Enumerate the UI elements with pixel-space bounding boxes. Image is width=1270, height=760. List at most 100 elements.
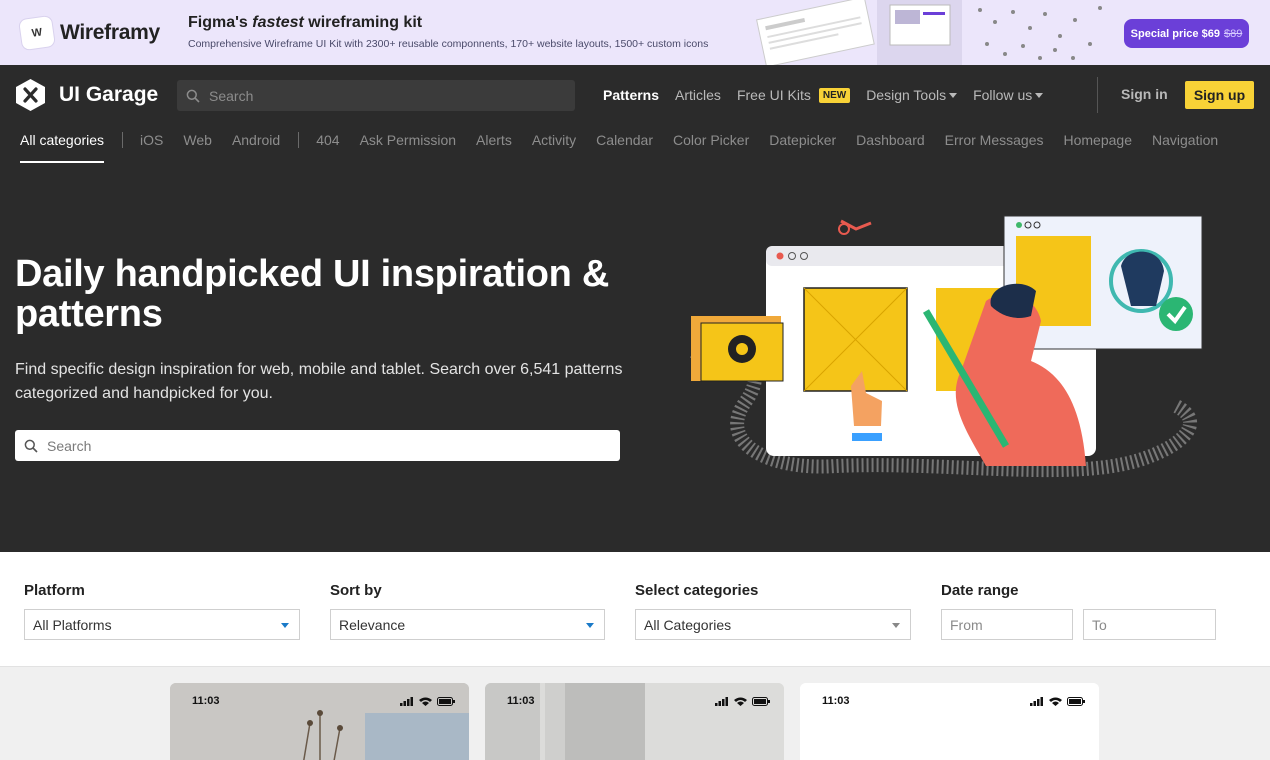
promo-title-em: fastest xyxy=(252,14,304,31)
wifi-icon xyxy=(419,697,432,706)
category-item[interactable]: Error Messages xyxy=(945,125,1044,163)
category-item[interactable]: Navigation xyxy=(1152,125,1218,163)
category-item[interactable]: Alerts xyxy=(476,125,512,163)
promo-title-pre: Figma's xyxy=(188,14,253,31)
category-item[interactable]: Homepage xyxy=(1063,125,1132,163)
battery-icon xyxy=(1067,696,1085,706)
phone-status-bar: 11:03 xyxy=(170,683,469,719)
caret-down-icon xyxy=(281,623,289,628)
category-divider xyxy=(298,132,300,148)
wifi-icon xyxy=(1049,697,1062,706)
category-item[interactable]: 404 xyxy=(316,125,339,163)
nav-link-follow-us[interactable]: Follow us xyxy=(973,87,1044,103)
nav-search-box[interactable] xyxy=(177,80,575,111)
nav-link-free-ui-kits[interactable]: Free UI Kits NEW xyxy=(736,87,851,103)
promo-title: Figma's fastest wireframing kit xyxy=(188,14,422,32)
sort-filter: Sort by Relevance xyxy=(330,582,605,640)
pattern-grid: 11:03 11:03 11:03 xyxy=(0,667,1270,760)
hero-section: Daily handpicked UI inspiration & patter… xyxy=(0,163,1270,552)
nav-search-input[interactable] xyxy=(200,80,575,111)
categories-select[interactable]: All Categories xyxy=(635,609,911,640)
category-item[interactable]: Activity xyxy=(532,125,576,163)
nav-link-design-tools-label: Design Tools xyxy=(866,87,947,103)
caret-down-icon xyxy=(1035,92,1044,98)
nav-divider xyxy=(1097,77,1098,113)
caret-down-icon xyxy=(892,623,900,628)
hero-illustration xyxy=(690,215,1203,478)
platform-web[interactable]: Web xyxy=(183,125,212,163)
status-icons xyxy=(715,696,770,706)
status-time: 11:03 xyxy=(822,695,850,707)
filter-bar: Platform All Platforms Sort by Relevance… xyxy=(0,552,1270,667)
platform-select[interactable]: All Platforms xyxy=(24,609,300,640)
platform-filter: Platform All Platforms xyxy=(24,582,300,640)
category-all[interactable]: All categories xyxy=(20,125,105,163)
platform-label: Platform xyxy=(24,582,85,599)
pattern-card[interactable]: 11:03 xyxy=(170,683,469,760)
signal-icon xyxy=(1030,696,1043,706)
date-range-filter: Date range xyxy=(941,582,1221,640)
nav-link-design-tools[interactable]: Design Tools xyxy=(866,87,958,103)
search-icon xyxy=(24,439,38,453)
promo-title-post: wireframing kit xyxy=(303,14,423,31)
promo-artwork xyxy=(756,0,1102,65)
platform-ios[interactable]: iOS xyxy=(140,125,163,163)
pattern-card[interactable]: 11:03 xyxy=(800,683,1099,760)
pattern-card[interactable]: 11:03 xyxy=(485,683,784,760)
categories-label: Select categories xyxy=(635,582,759,599)
new-badge: NEW xyxy=(818,87,851,103)
sort-select-value: Relevance xyxy=(339,616,406,633)
platform-android[interactable]: Android xyxy=(232,125,280,163)
wifi-icon xyxy=(734,697,747,706)
sort-label: Sort by xyxy=(330,582,382,599)
platform-select-value: All Platforms xyxy=(33,616,112,633)
wireframy-logo-mark: W xyxy=(17,14,57,52)
category-list: All categories iOS Web Android 404 Ask P… xyxy=(20,125,1238,163)
date-range-label: Date range xyxy=(941,582,1019,599)
date-from-input[interactable] xyxy=(941,609,1073,640)
hero-search-box[interactable] xyxy=(15,430,620,461)
brand[interactable]: UI Garage xyxy=(16,79,158,111)
sort-select[interactable]: Relevance xyxy=(330,609,605,640)
phone-status-bar: 11:03 xyxy=(800,683,1099,719)
nav-links: Patterns Articles Free UI Kits NEW Design… xyxy=(603,65,1059,125)
nav-link-follow-us-label: Follow us xyxy=(973,87,1033,103)
category-item[interactable]: Color Picker xyxy=(673,125,749,163)
nav-link-articles[interactable]: Articles xyxy=(675,87,721,103)
promo-banner[interactable]: W Wireframy Figma's fastest wireframing … xyxy=(0,0,1270,65)
promo-cta-label: Special price $69 xyxy=(1130,27,1220,40)
date-to-input[interactable] xyxy=(1083,609,1216,640)
category-divider xyxy=(122,132,124,148)
categories-select-value: All Categories xyxy=(644,616,732,633)
wireframy-brand: Wireframy xyxy=(60,21,160,44)
sign-in-link[interactable]: Sign in xyxy=(1121,86,1168,102)
sign-up-button[interactable]: Sign up xyxy=(1185,81,1254,109)
nav-link-free-ui-kits-label: Free UI Kits xyxy=(736,87,811,103)
ui-garage-logo-icon xyxy=(16,79,45,111)
hero-search-input[interactable] xyxy=(38,430,620,461)
caret-down-icon xyxy=(949,92,958,98)
categories-filter: Select categories All Categories xyxy=(635,582,911,640)
wireframy-logo: W Wireframy xyxy=(17,14,160,52)
hero-title: Daily handpicked UI inspiration & patter… xyxy=(15,253,609,335)
battery-icon xyxy=(752,696,770,706)
top-navbar: UI Garage Patterns Articles Free UI Kits… xyxy=(0,65,1270,125)
status-time: 11:03 xyxy=(192,695,220,707)
status-icons xyxy=(1030,696,1085,706)
brand-name: UI Garage xyxy=(59,83,159,106)
nav-link-patterns[interactable]: Patterns xyxy=(603,87,659,103)
promo-subtitle: Comprehensive Wireframe UI Kit with 2300… xyxy=(188,38,709,50)
category-item[interactable]: Datepicker xyxy=(769,125,836,163)
caret-down-icon xyxy=(586,623,594,628)
date-range-inputs xyxy=(941,602,1221,640)
status-icons xyxy=(400,696,455,706)
category-item[interactable]: Dashboard xyxy=(856,125,925,163)
search-icon xyxy=(186,89,200,103)
battery-icon xyxy=(437,696,455,706)
category-item[interactable]: Calendar xyxy=(596,125,653,163)
promo-old-price: $89 xyxy=(1223,27,1243,40)
category-item[interactable]: Ask Permission xyxy=(360,125,456,163)
status-time: 11:03 xyxy=(507,695,535,707)
promo-cta-button[interactable]: Special price $69 $89 xyxy=(1124,19,1249,48)
signal-icon xyxy=(715,696,728,706)
